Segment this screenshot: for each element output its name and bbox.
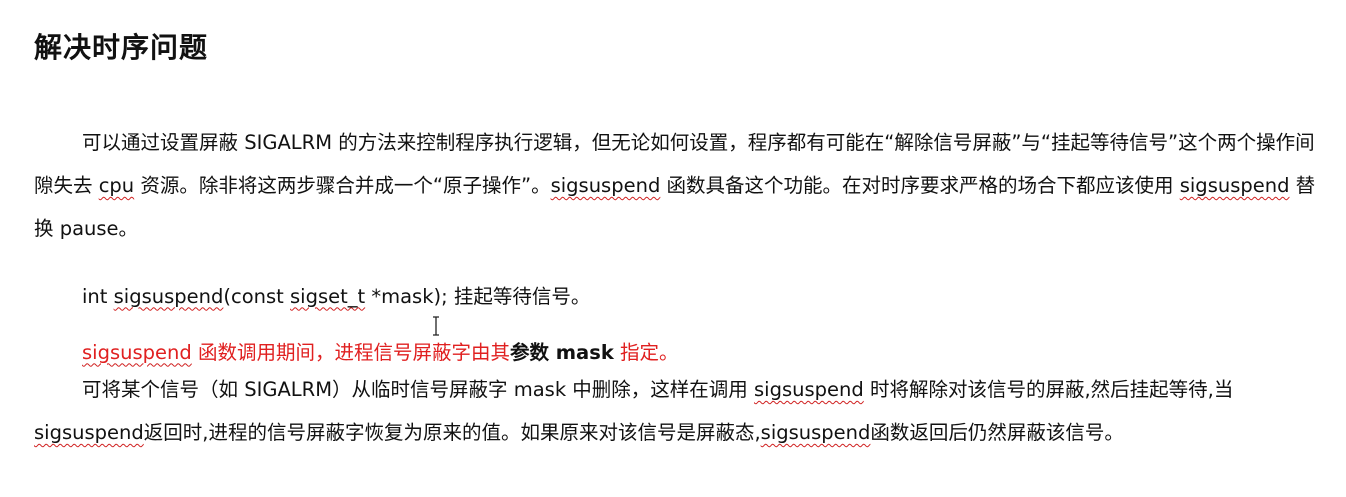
spellcheck-word: sigsuspend — [113, 284, 224, 308]
spellcheck-word: sigsuspend — [760, 421, 871, 444]
paragraph-explanation: 可将某个信号（如 SIGALRM）从临时信号屏蔽字 mask 中删除，这样在调用… — [34, 368, 1324, 454]
function-signature: int sigsuspend(const sigset_t *mask); 挂起… — [82, 275, 590, 318]
spellcheck-word: sigsuspend — [754, 378, 864, 401]
spellcheck-word: sigsuspend — [34, 421, 144, 444]
text-run: 函数返回后仍然屏蔽该信号。 — [870, 421, 1124, 444]
text-run: 返回时,进程的信号屏蔽字恢复为原来的值。如果原来对该信号是屏蔽态, — [143, 421, 761, 444]
spellcheck-word: cpu — [98, 174, 135, 197]
text-run: 函数具备这个功能。在对时序要求严格的场合下都应该使用 — [660, 174, 1180, 197]
spellcheck-word: sigsuspend — [82, 340, 192, 364]
text-cursor-icon — [433, 316, 439, 336]
paragraph-intro: 可以通过设置屏蔽 SIGALRM 的方法来控制程序执行逻辑，但无论如何设置，程序… — [34, 121, 1324, 250]
text-run: 函数调用期间，进程信号屏蔽字由其 — [191, 340, 510, 364]
text-run: 指定。 — [613, 340, 679, 364]
section-heading: 解决时序问题 — [34, 31, 209, 64]
text-run: (const — [223, 284, 290, 308]
text-run: 资源。除非将这两步骤合并成一个“原子操作”。 — [134, 174, 551, 197]
emphasis-text: 参数 mask — [509, 340, 614, 364]
spellcheck-word: sigsuspend — [550, 174, 661, 197]
text-run: 时将解除对该信号的屏蔽,然后挂起等待,当 — [863, 378, 1234, 401]
spellcheck-word: sigsuspend — [1179, 174, 1290, 197]
spellcheck-word: sigset_t — [290, 284, 366, 308]
text-run: 可将某个信号（如 SIGALRM）从临时信号屏蔽字 mask 中删除，这样在调用 — [82, 378, 755, 401]
text-run: *mask); 挂起等待信号。 — [365, 284, 591, 308]
document-page: 解决时序问题 可以通过设置屏蔽 SIGALRM 的方法来控制程序执行逻辑，但无论… — [0, 0, 1346, 497]
text-run: int — [82, 284, 114, 308]
